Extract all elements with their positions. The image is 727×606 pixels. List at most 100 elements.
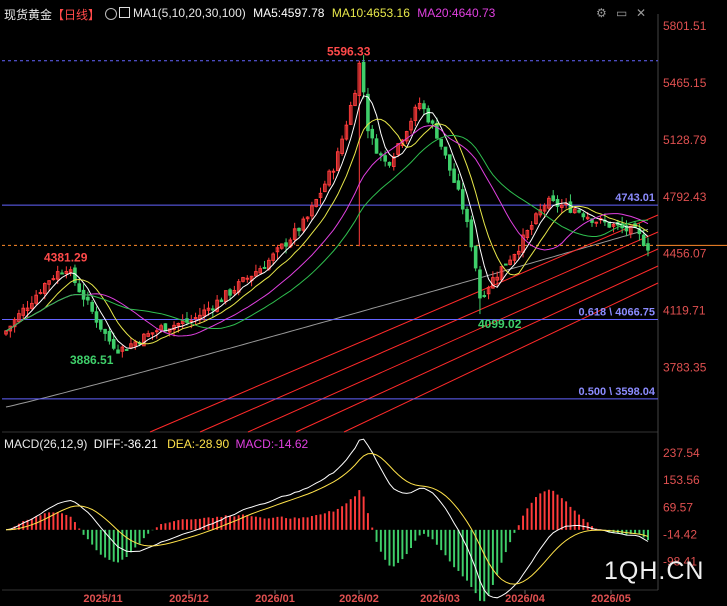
candle-body — [124, 349, 129, 352]
candle-body — [211, 308, 215, 311]
watermark: 1QH.CN — [604, 557, 705, 585]
candle-body — [60, 272, 64, 275]
price-chart[interactable]: 4743.01 0.618 \ 4066.75 0.500 \ 3598.04 58… — [0, 0, 727, 606]
candle-body — [262, 266, 267, 269]
candle-body — [103, 328, 107, 334]
ma-label[interactable]: MA1(5,10,20,30,100) — [133, 6, 246, 20]
candle-body — [460, 189, 465, 210]
candle-body — [577, 209, 581, 213]
level-label: 4743.01 — [615, 192, 655, 204]
candle-body — [361, 61, 366, 93]
level-label: 0.618 \ 4066.75 — [579, 307, 655, 319]
price-tick-label: 4119.71 — [663, 304, 706, 318]
price-tick-label: 5465.15 — [663, 76, 707, 90]
candle-body — [379, 153, 383, 156]
candle-body — [284, 242, 288, 247]
candle-body — [155, 330, 159, 333]
candle-body — [383, 155, 387, 162]
ma20-line — [5, 125, 649, 337]
ma100-line — [5, 228, 649, 408]
date-tick-label: 2025/11 — [83, 593, 122, 605]
trend-channel-line — [247, 248, 659, 433]
candle-body — [568, 201, 573, 213]
candle-body — [473, 245, 478, 269]
date-tick-label: 2026/05 — [591, 593, 631, 605]
period-label[interactable]: 【日线】 — [52, 8, 100, 22]
date-tick-label: 2025/12 — [169, 593, 209, 605]
price-tick-label: 5801.51 — [663, 19, 707, 33]
candle-body — [641, 234, 646, 246]
price-annotation: 3886.51 — [70, 353, 114, 367]
chart-toggle-icon[interactable] — [105, 8, 118, 20]
candle-body — [38, 292, 43, 295]
ma10-value: MA10:4653.16 — [331, 6, 410, 20]
candle-body — [219, 299, 224, 303]
candle-body — [228, 289, 232, 296]
candle-body — [77, 283, 82, 293]
ma-legend: MA1(5,10,20,30,100) MA5:4597.78 MA10:465… — [119, 6, 495, 20]
trend-channel-line — [343, 282, 659, 433]
gear-icon[interactable]: ⚙ — [596, 6, 607, 20]
ma-config-icon[interactable] — [119, 7, 130, 18]
restore-window-icon[interactable]: ▭ — [616, 6, 627, 20]
candle-body — [86, 296, 90, 301]
candle-body — [422, 103, 426, 110]
date-tick-label: 2026/03 — [420, 593, 460, 605]
candle-body — [478, 269, 482, 299]
macd-diff-value: DIFF:-36.21 — [93, 437, 158, 451]
candle-body — [111, 339, 116, 349]
candle-body — [245, 277, 250, 280]
candle-body — [426, 108, 431, 123]
macd-tick-label: -14.42 — [663, 528, 697, 542]
macd-diff-line — [5, 438, 649, 599]
ma5-line — [5, 95, 649, 349]
trend-channel-line — [295, 265, 659, 433]
candle-body — [94, 311, 99, 323]
candle-body — [555, 198, 560, 207]
candle-body — [116, 349, 120, 354]
candle-body — [98, 319, 103, 330]
macd-params[interactable]: MACD(26,12,9) — [4, 437, 87, 451]
candle-body — [469, 219, 474, 248]
macd-tick-label: 69.57 — [663, 500, 693, 514]
candle-body — [448, 154, 452, 171]
candle-body — [51, 278, 56, 281]
candle-body — [90, 301, 94, 312]
candle-body — [331, 170, 336, 173]
candle-body — [430, 120, 435, 124]
candle-body — [374, 138, 379, 154]
ma30-line — [5, 135, 648, 332]
candle-body — [387, 161, 392, 166]
date-tick-label: 2026/02 — [339, 593, 379, 605]
candle-body — [465, 208, 469, 222]
candle-body — [435, 122, 439, 139]
candle-body — [370, 128, 375, 139]
candle-body — [439, 138, 443, 147]
price-annotation: 4381.29 — [44, 250, 88, 264]
candle-body — [646, 243, 650, 251]
price-tick-label: 4792.43 — [663, 190, 707, 204]
chart-header: 现货黄金【日线】 — [4, 6, 119, 23]
price-tick-label: 3783.35 — [663, 361, 707, 375]
candle-body — [443, 146, 448, 156]
close-icon[interactable]: ✕ — [636, 6, 646, 20]
candle-body — [551, 195, 556, 202]
candle-body — [107, 331, 112, 342]
price-annotation: 5596.33 — [327, 45, 371, 59]
macd-dea-value: DEA:-28.90 — [167, 437, 230, 451]
macd-tick-label: 237.54 — [663, 446, 700, 460]
candle-body — [482, 295, 487, 298]
price-tick-label: 5128.79 — [663, 133, 707, 147]
date-tick-label: 2026/01 — [255, 593, 295, 605]
price-annotation: 4099.02 — [478, 317, 522, 331]
candle-body — [456, 180, 461, 190]
level-label: 0.500 \ 3598.04 — [579, 386, 656, 398]
candle-body — [452, 168, 456, 183]
macd-dea-line — [5, 452, 649, 585]
ma5-value: MA5:4597.78 — [253, 6, 325, 20]
symbol-name: 现货黄金 — [4, 8, 53, 22]
macd-histogram-value: MACD:-14.62 — [235, 437, 309, 451]
ma10-line — [5, 118, 649, 345]
candle-body — [189, 320, 194, 323]
macd-tick-label: 153.56 — [663, 473, 700, 487]
